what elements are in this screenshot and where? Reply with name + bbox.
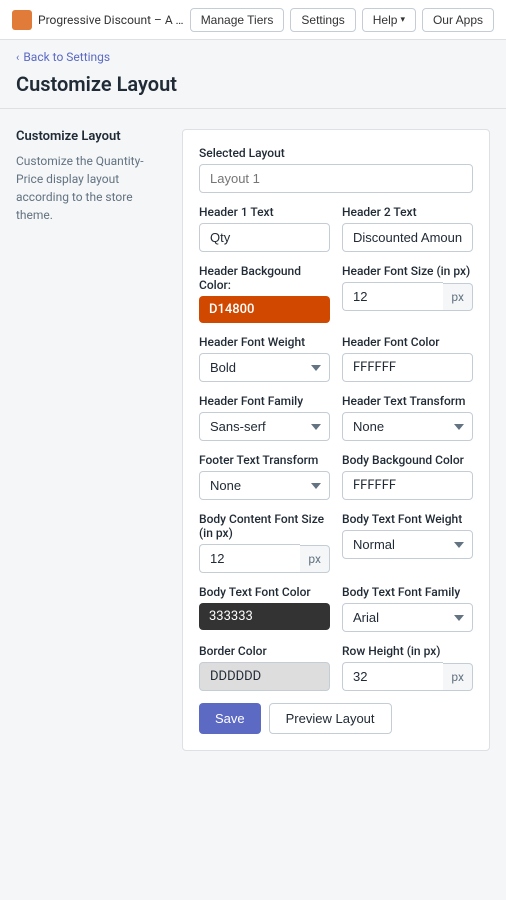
border-color-swatch[interactable]: DDDDDD	[199, 662, 330, 691]
body-text-font-family-select[interactable]: Arial Sans-serf Georgia	[342, 603, 473, 632]
body-text-font-family-label: Body Text Font Family	[342, 585, 473, 599]
header-bg-color-swatch[interactable]: D14800	[199, 296, 330, 323]
header-font-size-group: Header Font Size (in px) px	[342, 264, 473, 323]
left-panel-title: Customize Layout	[16, 129, 166, 144]
manage-tiers-button[interactable]: Manage Tiers	[190, 8, 285, 32]
header-font-weight-select[interactable]: Bold Normal Light	[199, 353, 330, 382]
back-to-settings-link[interactable]: ‹ Back to Settings	[0, 40, 506, 68]
header1-text-label: Header 1 Text	[199, 205, 330, 219]
footer-text-transform-select[interactable]: None Uppercase Lowercase Capitalize	[199, 471, 330, 500]
action-buttons-row: Save Preview Layout	[199, 703, 473, 734]
body-bg-color-value: FFFFFF	[353, 478, 396, 493]
header-font-family-select[interactable]: Sans-serf Arial Georgia	[199, 412, 330, 441]
header-bg-color-group: Header Backgound Color: D14800	[199, 264, 330, 323]
body-text-font-weight-group: Body Text Font Weight Normal Bold Light	[342, 512, 473, 573]
left-panel-desc: Customize the Quantity-Price display lay…	[16, 152, 166, 224]
border-color-group: Border Color DDDDDD	[199, 644, 330, 691]
body-content-font-size-input[interactable]	[199, 544, 300, 573]
header-text-transform-label: Header Text Transform	[342, 394, 473, 408]
body-bg-color-label: Body Backgound Color	[342, 453, 473, 467]
our-apps-button[interactable]: Our Apps	[422, 8, 494, 32]
form-card: Selected Layout Header 1 Text Header 2 T…	[182, 129, 490, 751]
body-text-font-color-label: Body Text Font Color	[199, 585, 330, 599]
footer-text-transform-label: Footer Text Transform	[199, 453, 330, 467]
header-texts-row: Header 1 Text Header 2 Text	[199, 205, 473, 252]
row-height-label: Row Height (in px)	[342, 644, 473, 658]
body-bg-color-group: Body Backgound Color FFFFFF	[342, 453, 473, 500]
header-font-color-value: FFFFFF	[353, 360, 396, 375]
body-text-font-color-swatch[interactable]: 333333	[199, 603, 330, 630]
body-content-font-size-label: Body Content Font Size (in px)	[199, 512, 330, 540]
top-nav: Progressive Discount – A Tiered Discount…	[0, 0, 506, 40]
body-font-size-unit: px	[300, 545, 330, 573]
save-button[interactable]: Save	[199, 703, 261, 734]
header-font-weight-group: Header Font Weight Bold Normal Light	[199, 335, 330, 382]
row-height-input-wrapper: px	[342, 662, 473, 691]
header-font-size-input[interactable]	[342, 282, 443, 311]
body-fontsize-weight-row: Body Content Font Size (in px) px Body T…	[199, 512, 473, 573]
body-font-size-input-wrapper: px	[199, 544, 330, 573]
body-content-font-size-group: Body Content Font Size (in px) px	[199, 512, 330, 573]
header-text-transform-select[interactable]: None Uppercase Lowercase Capitalize	[342, 412, 473, 441]
selected-layout-label: Selected Layout	[199, 146, 473, 160]
page-title: Customize Layout	[0, 68, 506, 108]
header2-text-group: Header 2 Text	[342, 205, 473, 252]
app-icon	[12, 10, 32, 30]
body-fontcolor-family-row: Body Text Font Color 333333 Body Text Fo…	[199, 585, 473, 632]
header-font-size-input-wrapper: px	[342, 282, 473, 311]
header-text-transform-group: Header Text Transform None Uppercase Low…	[342, 394, 473, 441]
header-font-size-unit: px	[443, 283, 473, 311]
left-panel: Customize Layout Customize the Quantity-…	[16, 129, 166, 224]
body-text-font-family-group: Body Text Font Family Arial Sans-serf Ge…	[342, 585, 473, 632]
selected-layout-group: Selected Layout	[199, 146, 473, 193]
footer-text-transform-group: Footer Text Transform None Uppercase Low…	[199, 453, 330, 500]
header-fontweight-color-row: Header Font Weight Bold Normal Light Hea…	[199, 335, 473, 382]
footer-transform-body-bg-row: Footer Text Transform None Uppercase Low…	[199, 453, 473, 500]
body-text-font-color-group: Body Text Font Color 333333	[199, 585, 330, 632]
border-color-label: Border Color	[199, 644, 330, 658]
header-font-color-swatch[interactable]: FFFFFF	[342, 353, 473, 382]
header2-text-label: Header 2 Text	[342, 205, 473, 219]
header-font-family-label: Header Font Family	[199, 394, 330, 408]
body-text-font-color-value: 333333	[209, 609, 253, 624]
selected-layout-input[interactable]	[199, 164, 473, 193]
header1-text-input[interactable]	[199, 223, 330, 252]
header-font-weight-label: Header Font Weight	[199, 335, 330, 349]
header-bg-fontsize-row: Header Backgound Color: D14800 Header Fo…	[199, 264, 473, 323]
header-font-size-label: Header Font Size (in px)	[342, 264, 473, 278]
row-height-unit: px	[443, 663, 473, 691]
main-content: Customize Layout Customize the Quantity-…	[0, 109, 506, 771]
header-font-color-group: Header Font Color FFFFFF	[342, 335, 473, 382]
header1-text-group: Header 1 Text	[199, 205, 330, 252]
app-title: Progressive Discount – A Tiered Discount…	[38, 13, 184, 27]
chevron-down-icon: ▾	[400, 14, 405, 25]
help-button[interactable]: Help ▾	[362, 8, 416, 32]
border-color-value: DDDDDD	[210, 669, 261, 684]
header-font-color-label: Header Font Color	[342, 335, 473, 349]
border-color-row-height-row: Border Color DDDDDD Row Height (in px) p…	[199, 644, 473, 691]
header-fontfamily-transform-row: Header Font Family Sans-serf Arial Georg…	[199, 394, 473, 441]
row-height-group: Row Height (in px) px	[342, 644, 473, 691]
chevron-left-icon: ‹	[16, 51, 19, 64]
body-bg-color-swatch[interactable]: FFFFFF	[342, 471, 473, 500]
header-font-family-group: Header Font Family Sans-serf Arial Georg…	[199, 394, 330, 441]
header-bg-color-value: D14800	[209, 302, 254, 317]
settings-button[interactable]: Settings	[290, 8, 355, 32]
header2-text-input[interactable]	[342, 223, 473, 252]
body-text-font-weight-label: Body Text Font Weight	[342, 512, 473, 526]
header-bg-color-label: Header Backgound Color:	[199, 264, 330, 292]
preview-layout-button[interactable]: Preview Layout	[269, 703, 392, 734]
row-height-input[interactable]	[342, 662, 443, 691]
body-text-font-weight-select[interactable]: Normal Bold Light	[342, 530, 473, 559]
